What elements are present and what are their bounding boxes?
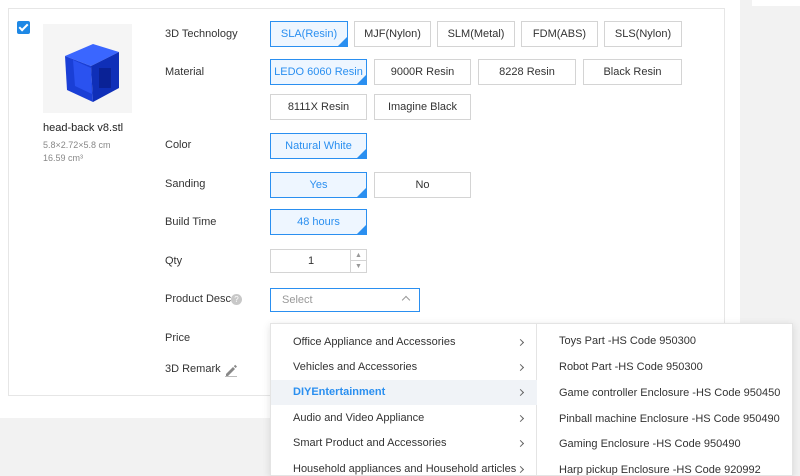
- subcategory-item[interactable]: Game controller Enclosure -HS Code 95045…: [537, 381, 792, 406]
- category-item[interactable]: Office Appliance and Accessories: [271, 330, 537, 355]
- tech-option-mjf[interactable]: MJF(Nylon): [354, 21, 431, 47]
- chevron-right-icon: [516, 388, 525, 397]
- tech-option-sla[interactable]: SLA(Resin): [270, 21, 348, 47]
- model-preview-image: [65, 44, 119, 102]
- part-select-checkbox[interactable]: [17, 21, 30, 34]
- chevron-right-icon: [516, 414, 525, 423]
- question-circle-icon[interactable]: ?: [231, 294, 242, 305]
- tech-option-sls[interactable]: SLS(Nylon): [604, 21, 682, 47]
- subcategory-column: Toys Part -HS Code 950300 Robot Part -HS…: [537, 324, 792, 475]
- category-item-active[interactable]: DIYEntertainment: [271, 380, 537, 405]
- label-remark: 3D Remark: [165, 363, 221, 375]
- material-option-8228[interactable]: 8228 Resin: [478, 59, 576, 85]
- material-option-imagine-black[interactable]: Imagine Black: [374, 94, 471, 120]
- subcategory-item[interactable]: Pinball machine Enclosure -HS Code 95049…: [537, 407, 792, 432]
- chevron-up-icon: [401, 295, 411, 305]
- category-item[interactable]: Household appliances and Household artic…: [271, 457, 537, 475]
- file-volume: 16.59 cm³: [43, 153, 84, 163]
- material-option-black-resin[interactable]: Black Resin: [583, 59, 682, 85]
- subcategory-item[interactable]: Gaming Enclosure -HS Code 950490: [537, 432, 792, 457]
- subcategory-item[interactable]: Harp pickup Enclosure -HS Code 920992: [537, 458, 792, 475]
- label-qty: Qty: [165, 255, 183, 267]
- product-desc-placeholder: Select: [282, 294, 313, 306]
- chevron-right-icon: [516, 338, 525, 347]
- product-desc-dropdown: Office Appliance and Accessories Vehicle…: [270, 323, 793, 476]
- quantity-decrement-icon[interactable]: ▼: [351, 261, 366, 272]
- category-item[interactable]: Smart Product and Accessories: [271, 431, 537, 456]
- category-column: Office Appliance and Accessories Vehicle…: [271, 324, 537, 475]
- label-technology: 3D Technology: [165, 28, 238, 40]
- label-price: Price: [165, 332, 191, 344]
- quantity-spinner: ▲ ▼: [350, 250, 366, 272]
- material-option-8111x[interactable]: 8111X Resin: [270, 94, 367, 120]
- tech-option-slm[interactable]: SLM(Metal): [437, 21, 515, 47]
- label-color: Color: [165, 139, 192, 151]
- pencil-icon[interactable]: [224, 363, 238, 377]
- chevron-right-icon: [516, 363, 525, 372]
- material-option-ledo-6060[interactable]: LEDO 6060 Resin: [270, 59, 367, 85]
- quantity-input[interactable]: [271, 250, 351, 272]
- file-name: head-back v8.stl: [43, 122, 124, 134]
- quantity-increment-icon[interactable]: ▲: [351, 250, 366, 261]
- sanding-option-no[interactable]: No: [374, 172, 471, 198]
- product-desc-select[interactable]: Select: [270, 288, 420, 312]
- label-sanding: Sanding: [165, 178, 206, 190]
- sanding-option-yes[interactable]: Yes: [270, 172, 367, 198]
- right-summary-card: [752, 0, 800, 6]
- build-time-option-48h[interactable]: 48 hours: [270, 209, 367, 235]
- label-product-desc: Product Desc: [165, 293, 232, 305]
- quantity-stepper: ▲ ▼: [270, 249, 367, 273]
- model-thumbnail[interactable]: [43, 24, 132, 113]
- label-build-time: Build Time: [165, 216, 217, 228]
- chevron-right-icon: [516, 465, 525, 474]
- category-item[interactable]: Audio and Video Appliance: [271, 406, 537, 431]
- material-option-9000r[interactable]: 9000R Resin: [374, 59, 471, 85]
- subcategory-item[interactable]: Toys Part -HS Code 950300: [537, 329, 792, 354]
- label-material: Material: [165, 66, 205, 78]
- color-option-natural-white[interactable]: Natural White: [270, 133, 367, 159]
- tech-option-fdm[interactable]: FDM(ABS): [521, 21, 598, 47]
- subcategory-item[interactable]: Robot Part -HS Code 950300: [537, 355, 792, 380]
- chevron-right-icon: [516, 439, 525, 448]
- file-dimensions: 5.8×2.72×5.8 cm: [43, 140, 111, 150]
- category-item[interactable]: Vehicles and Accessories: [271, 355, 537, 380]
